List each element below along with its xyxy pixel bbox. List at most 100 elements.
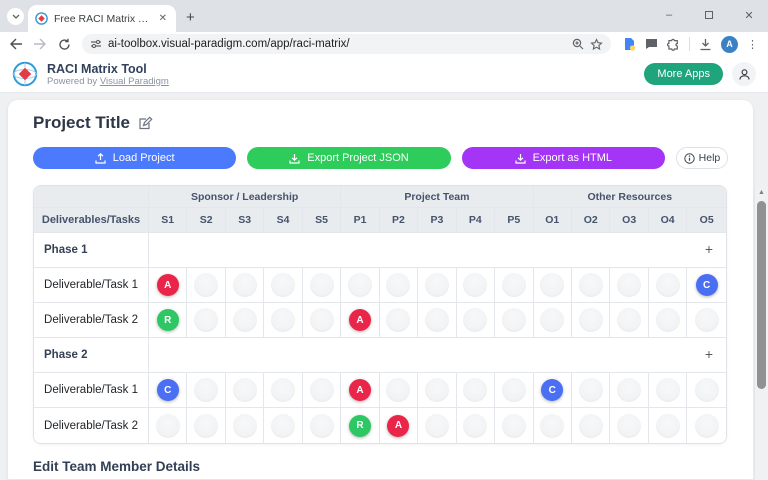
empty-assignment-dot[interactable] [463, 308, 487, 332]
phase-label[interactable]: Phase 1 [34, 233, 149, 268]
phase-label[interactable]: Phase 2 [34, 338, 149, 373]
empty-assignment-dot[interactable] [425, 308, 449, 332]
raci-cell-O5[interactable]: C [687, 268, 726, 303]
browser-tab[interactable]: Free RACI Matrix Tool | Assign R ✕ [28, 5, 176, 32]
raci-cell-P2[interactable]: A [380, 408, 418, 443]
visual-paradigm-link[interactable]: Visual Paradigm [100, 76, 169, 87]
column-header-O4[interactable]: O4 [649, 208, 687, 233]
task-label[interactable]: Deliverable/Task 1 [34, 268, 149, 303]
raci-cell-S4[interactable] [264, 408, 302, 443]
url-bar[interactable]: ai-toolbox.visual-paradigm.com/app/raci-… [82, 34, 611, 54]
raci-cell-S4[interactable] [264, 303, 302, 338]
zoom-icon[interactable] [572, 38, 584, 50]
raci-cell-S2[interactable] [187, 268, 225, 303]
column-header-O5[interactable]: O5 [687, 208, 726, 233]
raci-cell-S5[interactable] [303, 408, 341, 443]
empty-assignment-dot[interactable] [233, 273, 257, 297]
add-button[interactable]: + [705, 241, 713, 257]
empty-assignment-dot[interactable] [695, 378, 719, 402]
empty-assignment-dot[interactable] [194, 378, 218, 402]
docs-extension-icon[interactable] [623, 37, 636, 51]
help-button[interactable]: Help [676, 147, 728, 169]
raci-badge-A[interactable]: A [157, 274, 179, 296]
empty-assignment-dot[interactable] [271, 414, 295, 438]
raci-cell-P4[interactable] [457, 303, 495, 338]
raci-cell-O5[interactable] [687, 373, 726, 408]
empty-assignment-dot[interactable] [502, 273, 526, 297]
column-header-O2[interactable]: O2 [572, 208, 610, 233]
empty-assignment-dot[interactable] [579, 273, 603, 297]
more-apps-button[interactable]: More Apps [644, 63, 723, 85]
raci-cell-S5[interactable] [303, 373, 341, 408]
page-scrollbar[interactable]: ▲ [754, 186, 768, 480]
task-label[interactable]: Deliverable/Task 2 [34, 408, 149, 443]
raci-badge-C[interactable]: C [157, 379, 179, 401]
empty-assignment-dot[interactable] [156, 414, 180, 438]
empty-assignment-dot[interactable] [386, 273, 410, 297]
raci-cell-O2[interactable] [572, 303, 610, 338]
raci-cell-S5[interactable] [303, 303, 341, 338]
scroll-up-arrow[interactable]: ▲ [755, 186, 768, 199]
empty-assignment-dot[interactable] [617, 414, 641, 438]
raci-cell-O3[interactable] [610, 268, 648, 303]
empty-assignment-dot[interactable] [271, 273, 295, 297]
raci-cell-S1[interactable]: C [149, 373, 187, 408]
raci-badge-R[interactable]: R [157, 309, 179, 331]
empty-assignment-dot[interactable] [579, 308, 603, 332]
forward-button[interactable] [30, 38, 50, 50]
empty-assignment-dot[interactable] [271, 378, 295, 402]
column-header-O1[interactable]: O1 [534, 208, 572, 233]
raci-cell-P1[interactable]: R [341, 408, 379, 443]
raci-cell-S3[interactable] [226, 268, 264, 303]
column-header-O3[interactable]: O3 [610, 208, 648, 233]
tab-search-button[interactable] [7, 8, 24, 25]
raci-cell-O4[interactable] [649, 408, 687, 443]
empty-assignment-dot[interactable] [502, 378, 526, 402]
raci-cell-O1[interactable] [534, 408, 572, 443]
empty-assignment-dot[interactable] [502, 308, 526, 332]
empty-assignment-dot[interactable] [463, 414, 487, 438]
raci-cell-P2[interactable] [380, 303, 418, 338]
raci-cell-O3[interactable] [610, 303, 648, 338]
raci-cell-S5[interactable] [303, 268, 341, 303]
scrollbar-thumb[interactable] [757, 201, 766, 389]
raci-badge-A[interactable]: A [349, 379, 371, 401]
column-header-S1[interactable]: S1 [149, 208, 187, 233]
new-tab-button[interactable]: + [186, 12, 195, 24]
raci-cell-O2[interactable] [572, 268, 610, 303]
user-account-button[interactable] [732, 62, 756, 86]
empty-assignment-dot[interactable] [425, 414, 449, 438]
raci-badge-C[interactable]: C [541, 379, 563, 401]
column-header-P5[interactable]: P5 [495, 208, 533, 233]
raci-cell-O1[interactable] [534, 303, 572, 338]
empty-assignment-dot[interactable] [502, 414, 526, 438]
column-header-P2[interactable]: P2 [380, 208, 418, 233]
url-text[interactable]: ai-toolbox.visual-paradigm.com/app/raci-… [108, 38, 566, 50]
empty-assignment-dot[interactable] [579, 414, 603, 438]
task-label[interactable]: Deliverable/Task 2 [34, 303, 149, 338]
back-button[interactable] [6, 38, 26, 50]
reload-button[interactable] [54, 38, 74, 51]
empty-assignment-dot[interactable] [310, 414, 334, 438]
raci-badge-A[interactable]: A [349, 309, 371, 331]
downloads-icon[interactable] [699, 38, 712, 51]
raci-cell-O5[interactable] [687, 303, 726, 338]
raci-cell-O1[interactable]: C [534, 373, 572, 408]
empty-assignment-dot[interactable] [425, 378, 449, 402]
empty-assignment-dot[interactable] [310, 273, 334, 297]
empty-assignment-dot[interactable] [348, 273, 372, 297]
export-json-button[interactable]: Export Project JSON [247, 147, 450, 169]
raci-cell-S3[interactable] [226, 408, 264, 443]
empty-assignment-dot[interactable] [310, 308, 334, 332]
column-header-P4[interactable]: P4 [457, 208, 495, 233]
column-header-P1[interactable]: P1 [341, 208, 379, 233]
raci-cell-O5[interactable] [687, 408, 726, 443]
column-header-S4[interactable]: S4 [264, 208, 302, 233]
raci-cell-S1[interactable]: R [149, 303, 187, 338]
raci-cell-P2[interactable] [380, 373, 418, 408]
empty-assignment-dot[interactable] [310, 378, 334, 402]
empty-assignment-dot[interactable] [463, 273, 487, 297]
empty-assignment-dot[interactable] [194, 414, 218, 438]
empty-assignment-dot[interactable] [540, 273, 564, 297]
empty-assignment-dot[interactable] [233, 414, 257, 438]
